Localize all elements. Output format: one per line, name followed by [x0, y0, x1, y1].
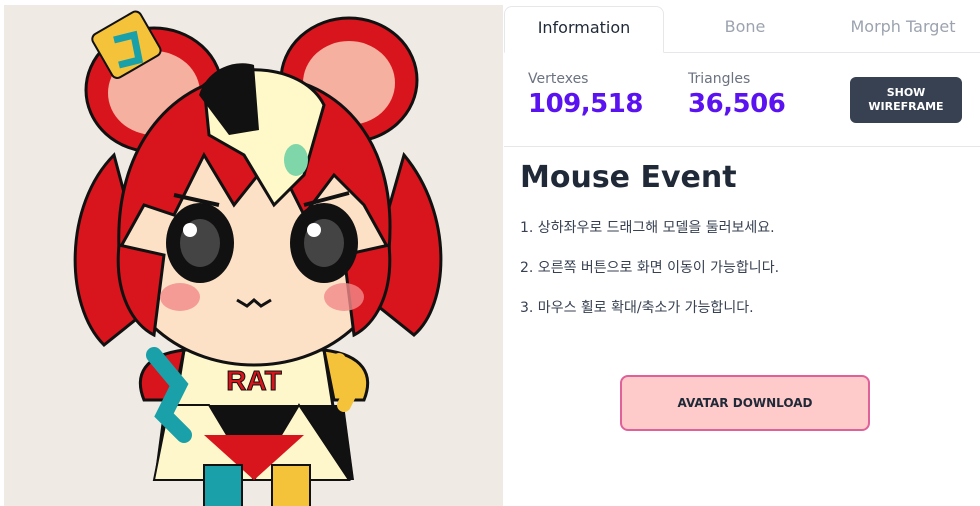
info-panel: Information Bone Morph Target Vertexes 1… [504, 5, 980, 506]
tip-item: 3. 마우스 휠로 확대/축소가 가능합니다. [520, 300, 754, 316]
model-viewer[interactable]: RAT [4, 5, 503, 506]
vertexes-value: 109,518 [528, 89, 643, 119]
model-stats: Vertexes 109,518 Triangles 36,506 SHOW W… [504, 53, 980, 147]
avatar-download-button[interactable]: AVATAR DOWNLOAD [620, 375, 870, 431]
tab-bar: Information Bone Morph Target [504, 5, 980, 53]
tip-item: 1. 상하좌우로 드래그해 모델을 둘러보세요. [520, 220, 775, 236]
tab-bone[interactable]: Bone [664, 6, 826, 53]
tab-morph-target[interactable]: Morph Target [826, 6, 980, 53]
triangles-stat: Triangles 36,506 [688, 71, 786, 119]
mouse-event-tips: 1. 상하좌우로 드래그해 모델을 둘러보세요. 2. 오른쪽 버튼으로 화면 … [520, 218, 960, 338]
show-wireframe-button[interactable]: SHOW WIREFRAME [850, 77, 962, 123]
avatar-model[interactable]: RAT [4, 5, 503, 506]
tip-item: 2. 오른쪽 버튼으로 화면 이동이 가능합니다. [520, 260, 780, 276]
vertexes-label: Vertexes [528, 71, 589, 87]
mouse-event-title: Mouse Event [520, 160, 737, 195]
triangles-value: 36,506 [688, 89, 786, 119]
triangles-label: Triangles [688, 71, 751, 87]
shirt-text: RAT [226, 365, 281, 396]
vertexes-stat: Vertexes 109,518 [528, 71, 643, 119]
tab-information[interactable]: Information [504, 6, 664, 53]
